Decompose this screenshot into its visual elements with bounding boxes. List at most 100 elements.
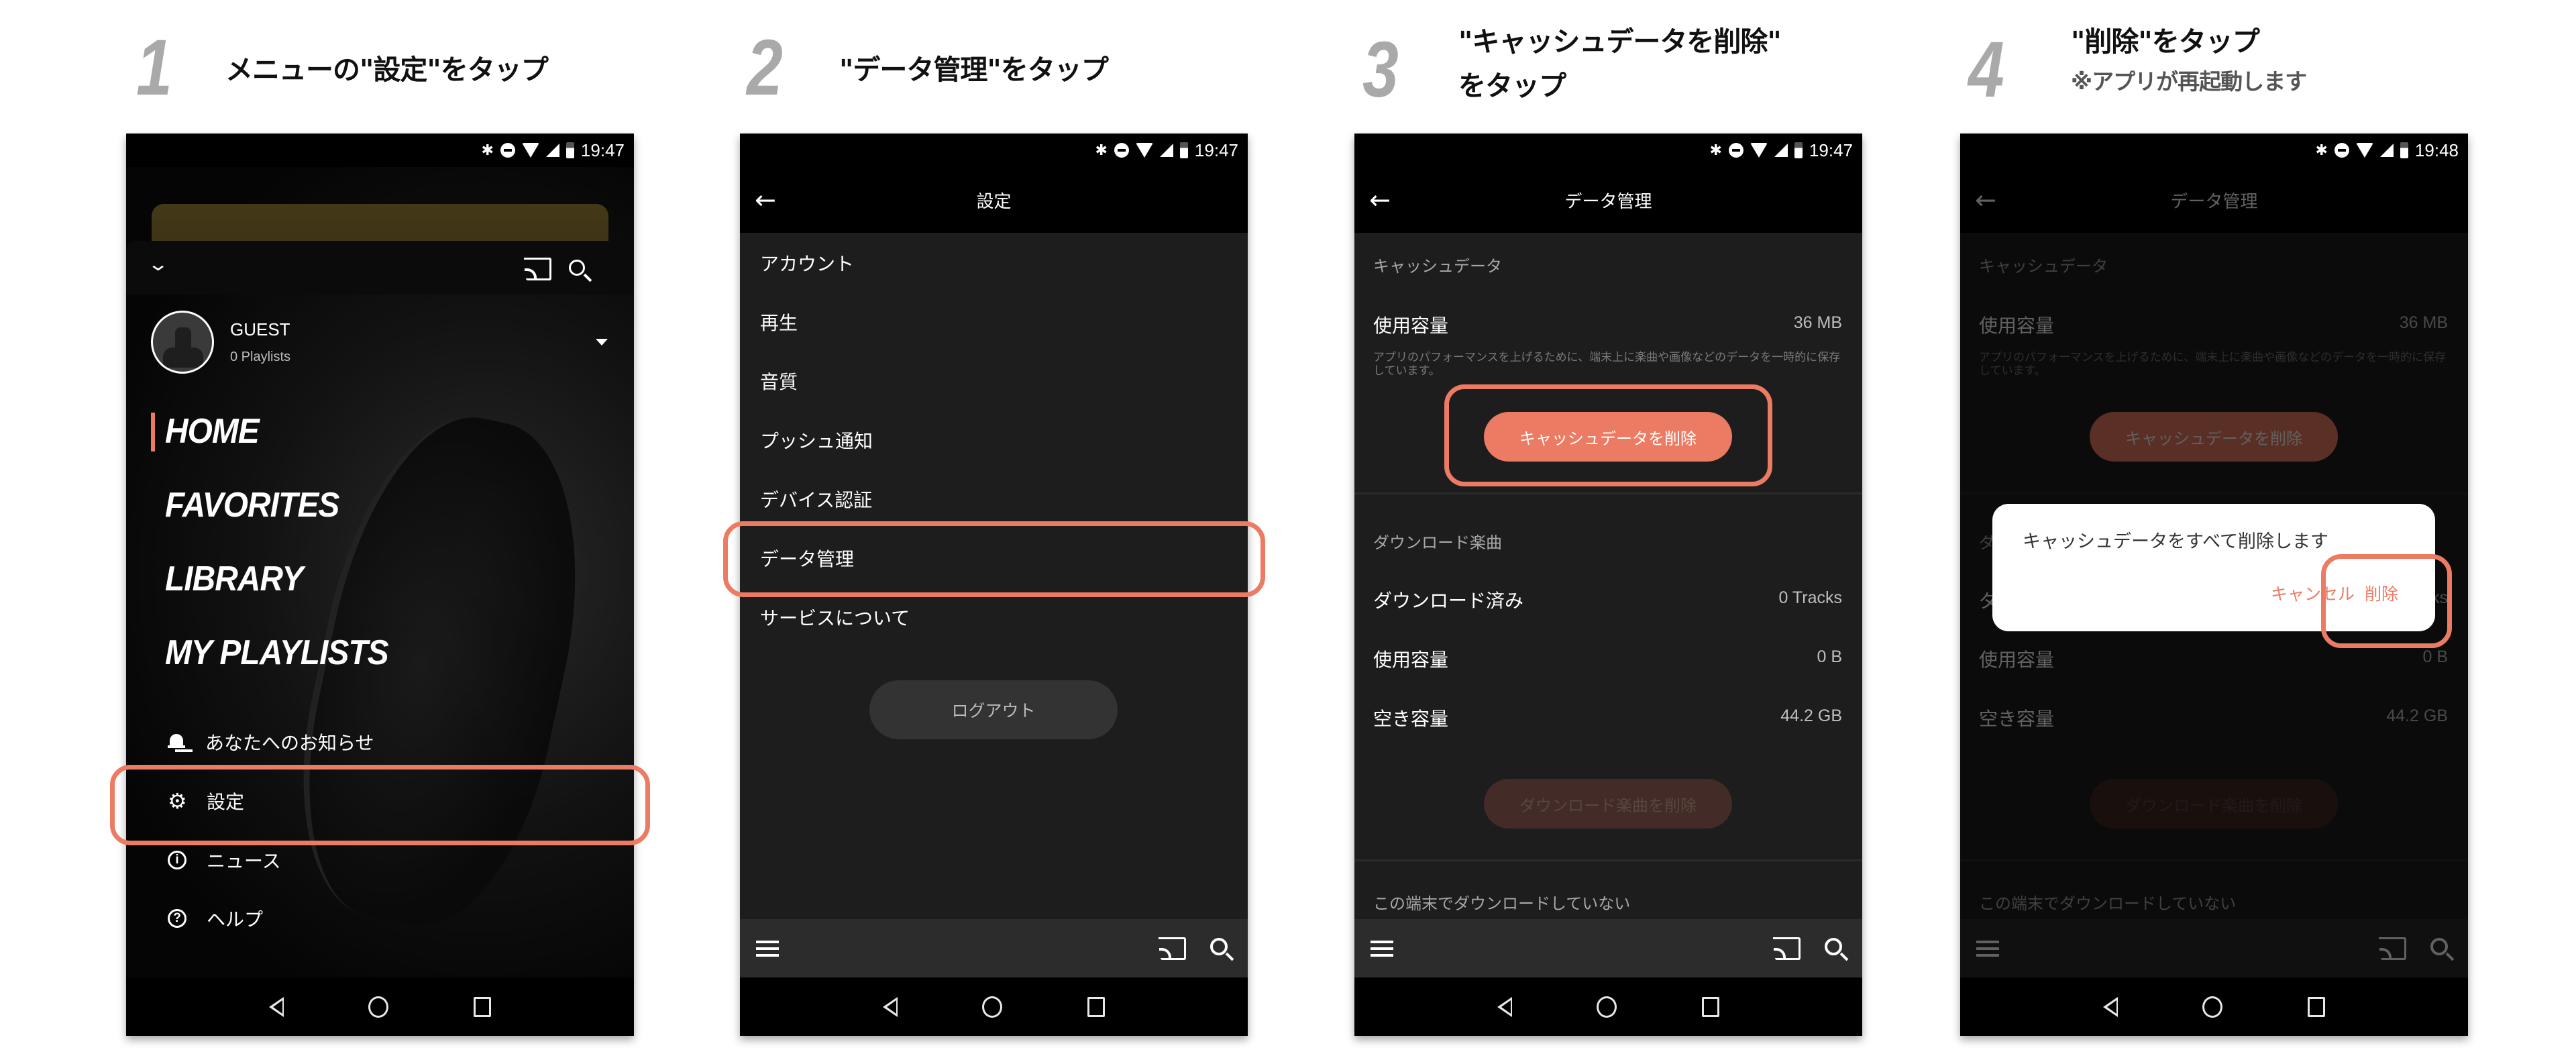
settings-item-about[interactable]: サービスについて (760, 604, 910, 631)
nav-recents-icon[interactable] (2307, 996, 2325, 1017)
bell-icon (168, 732, 185, 752)
bottom-toolbar (740, 919, 1248, 977)
nav-home-icon[interactable] (368, 996, 389, 1018)
menu-item-library[interactable]: LIBRARY (165, 559, 303, 599)
wifi-icon (521, 143, 539, 158)
section-header-not-downloaded: この端末でダウンロードしていない (1373, 894, 1631, 913)
cache-used-label: 使用容量 (1373, 315, 1449, 337)
search-icon[interactable] (1825, 937, 1842, 955)
menu-item-home[interactable]: HOME (165, 411, 260, 452)
bottom-toolbar (1354, 919, 1862, 977)
nav-home-icon[interactable] (1597, 996, 1617, 1018)
search-button[interactable] (569, 260, 585, 276)
user-name: GUEST (230, 319, 290, 339)
android-nav-bar (1354, 977, 1862, 1036)
nav-back-icon[interactable] (2103, 996, 2118, 1017)
nav-recents-icon[interactable] (473, 996, 491, 1017)
nav-home-icon[interactable] (2202, 996, 2223, 1018)
nav-home-icon[interactable] (982, 996, 1003, 1018)
menu-item-notifications[interactable]: あなたへのお知らせ (168, 729, 374, 755)
cast-icon (524, 258, 551, 280)
data-management-content: キャッシュデータ 使用容量 36 MB アプリのパフォーマンスを上げるために、端… (1354, 233, 1862, 977)
settings-item-playback[interactable]: 再生 (760, 309, 798, 335)
divider (1354, 492, 1862, 494)
active-indicator (151, 413, 155, 452)
step-number: 3 (1362, 25, 1399, 114)
wifi-icon (1750, 143, 1768, 158)
avatar[interactable] (151, 311, 214, 374)
wifi-icon (2355, 143, 2373, 158)
page-title: データ管理 (1564, 191, 1652, 212)
dialog-message: キャッシュデータをすべて削除します (2023, 531, 2329, 552)
app-bar: ← 設定 (740, 167, 1248, 233)
signal-icon (545, 144, 559, 157)
account-dropdown-icon[interactable] (596, 339, 608, 346)
settings-item-push[interactable]: プッシュ通知 (760, 427, 873, 454)
menu-label: あなたへのお知らせ (205, 732, 374, 754)
back-arrow-icon[interactable]: ← (1369, 187, 1391, 213)
status-time: 19:48 (2414, 140, 2459, 160)
nav-back-icon[interactable] (269, 996, 284, 1017)
android-nav-bar (1960, 977, 2468, 1036)
signal-icon (1159, 144, 1173, 157)
signal-icon (1774, 144, 1788, 157)
settings-item-audio-quality[interactable]: 音質 (760, 368, 798, 394)
bluetooth-icon: ✱ (1709, 142, 1722, 158)
free-space-value: 44.2 GB (1780, 706, 1842, 725)
nav-recents-icon[interactable] (1087, 996, 1105, 1017)
status-time: 19:47 (1194, 140, 1238, 160)
settings-list: アカウント 再生 音質 プッシュ通知 デバイス認証 データ管理 サービスについて… (740, 233, 1248, 977)
cast-icon[interactable] (1773, 937, 1801, 960)
phone-screen-menu: ✱ 19:47 ⌄ GUEST 0 Playlists HOME FAVORIT… (126, 134, 634, 1036)
bluetooth-icon: ✱ (1095, 142, 1108, 158)
highlight-dialog-delete (2321, 554, 2452, 648)
menu-item-favorites[interactable]: FAVORITES (165, 485, 339, 525)
settings-item-device-auth[interactable]: デバイス認証 (760, 486, 872, 513)
cast-button[interactable] (524, 258, 551, 280)
step-subtitle: ※アプリが再起動します (2071, 68, 2307, 95)
signal-icon (2379, 144, 2394, 157)
cast-icon[interactable] (1159, 937, 1186, 960)
android-nav-bar (740, 977, 1248, 1036)
nav-back-icon[interactable] (1497, 996, 1513, 1017)
delete-downloads-button[interactable]: ダウンロード楽曲を削除 (1484, 779, 1732, 829)
status-bar: ✱ 19:47 (1354, 134, 1862, 167)
menu-item-help[interactable]: ? ヘルプ (168, 905, 263, 932)
dnd-icon (500, 143, 515, 158)
divider (1354, 859, 1862, 861)
help-icon: ? (168, 909, 186, 928)
nav-back-icon[interactable] (883, 996, 898, 1017)
page-title: 設定 (976, 191, 1012, 212)
battery-icon (1794, 142, 1803, 158)
highlight-data-management (723, 521, 1265, 597)
battery-icon (2400, 142, 2408, 158)
wifi-icon (1135, 143, 1153, 158)
menu-item-news[interactable]: i ニュース (168, 847, 281, 873)
step-title: "キャッシュデータを削除" をタップ (1458, 20, 1782, 108)
menu-label: ニュース (207, 850, 281, 872)
nav-recents-icon[interactable] (1701, 996, 1719, 1017)
android-nav-bar (126, 977, 634, 1036)
download-used-label: 使用容量 (1373, 649, 1449, 671)
settings-item-account[interactable]: アカウント (760, 250, 854, 276)
status-time: 19:47 (580, 140, 625, 160)
step-title-line1: "キャッシュデータを削除" (1458, 25, 1782, 58)
menu-item-my-playlists[interactable]: MY PLAYLISTS (165, 633, 389, 673)
hamburger-menu-icon[interactable] (756, 940, 779, 957)
highlight-settings (110, 765, 650, 845)
highlight-delete-cache (1444, 384, 1772, 486)
bluetooth-icon: ✱ (2315, 142, 2328, 158)
hamburger-menu-icon[interactable] (1371, 940, 1393, 957)
cache-description: アプリのパフォーマンスを上げるために、端末上に楽曲や画像などのデータを一時的に保… (1373, 351, 1841, 378)
battery-icon (566, 142, 574, 158)
battery-icon (1179, 142, 1188, 158)
user-playlists-count: 0 Playlists (230, 350, 291, 364)
logout-button[interactable]: ログアウト (869, 680, 1118, 739)
chevron-down-icon[interactable]: ⌄ (147, 253, 169, 275)
back-arrow-icon[interactable]: ← (755, 187, 776, 213)
step-number: 4 (1968, 25, 2004, 114)
bluetooth-icon: ✱ (481, 142, 494, 158)
menu-label: ヘルプ (207, 908, 264, 931)
step-title: "データ管理"をタップ (839, 54, 1109, 86)
search-icon[interactable] (1210, 937, 1228, 955)
